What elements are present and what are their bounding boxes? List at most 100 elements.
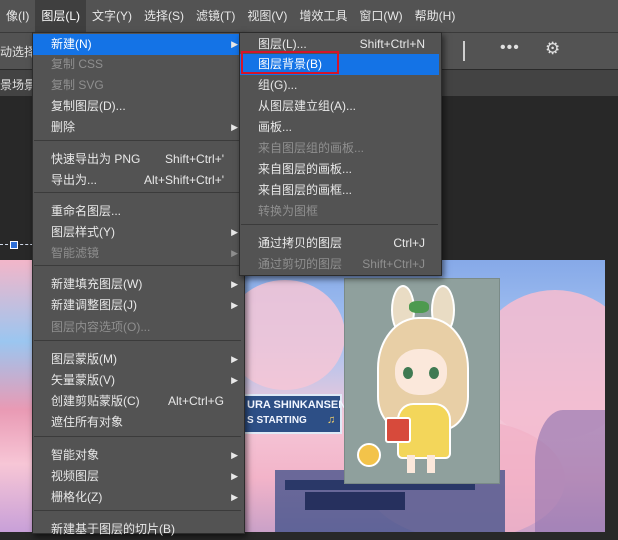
shortcut-label: Alt+Ctrl+G: [167, 394, 224, 408]
layer-menu-item[interactable]: 创建剪贴蒙版(C) Alt+Ctrl+G: [33, 391, 242, 412]
character-bag: [385, 417, 411, 443]
layer-menu-item: 图层内容选项(O)...: [33, 317, 242, 338]
new-submenu-item-label: 组(G)...: [258, 78, 298, 92]
layer-menu-item-label: 图层样式(Y): [51, 225, 115, 239]
layer-menu-item-label: 新建基于图层的切片(B): [51, 522, 175, 536]
new-submenu-item-label: 从图层建立组(A)...: [258, 99, 356, 113]
layer-menu-item-label: 复制图层(D)...: [51, 99, 126, 113]
layer-menu-item[interactable]: 图层蒙版(M) ▶: [33, 349, 242, 370]
layer-menu-item[interactable]: 新建基于图层的切片(B): [33, 519, 242, 540]
layer-menu-item-label: 遮住所有对象: [51, 415, 124, 429]
submenu-arrow-icon: ▶: [231, 471, 238, 481]
submenu-arrow-icon: ▶: [231, 227, 238, 237]
submenu-arrow-icon: ▶: [231, 39, 238, 49]
new-submenu-item-label: 来自图层组的画板...: [258, 141, 365, 155]
layer-menu-item-label: 删除: [51, 120, 76, 134]
character-sticker-layer[interactable]: [344, 278, 500, 484]
layer-menu-item[interactable]: 视频图层 ▶: [33, 466, 242, 487]
new-submenu-item[interactable]: 画板...: [240, 117, 439, 138]
auto-select-label[interactable]: 动选择: [0, 43, 36, 60]
layer-menu-item[interactable]: 快速导出为 PNG Shift+Ctrl+': [33, 149, 242, 170]
layer-menu-item: 智能滤镜 ▶: [33, 243, 242, 264]
new-submenu-item-label: 画板...: [258, 120, 293, 134]
layer-menu-item[interactable]: 删除 ▶: [33, 117, 242, 138]
layer-menu-item[interactable]: 新建填充图层(W) ▶: [33, 274, 242, 295]
layer-menu-item-label: 图层内容选项(O)...: [51, 320, 151, 334]
layer-menu-item-label: 矢量蒙版(V): [51, 373, 115, 387]
layer-menu-item[interactable]: 复制图层(D)...: [33, 96, 242, 117]
transform-handle[interactable]: [10, 241, 18, 249]
sign-line-1: URA SHINKANSEN: [247, 399, 347, 411]
new-submenu-item[interactable]: 来自图层的画板...: [240, 159, 439, 180]
character-leg: [407, 455, 415, 473]
submenu-arrow-icon: ▶: [231, 354, 238, 364]
new-submenu-item-label: 图层(L)...: [258, 37, 307, 51]
shortcut-label: Shift+Ctrl+': [165, 152, 224, 166]
menu-type[interactable]: 文字(Y): [86, 0, 138, 32]
sign-line-2: S STARTING: [247, 415, 307, 426]
shortcut-label: Shift+Ctrl+J: [362, 257, 425, 271]
new-submenu-item-label: 通过拷贝的图层: [258, 236, 343, 250]
layer-menu-item: 复制 CSS: [33, 54, 242, 75]
shortcut-label: Ctrl+J: [393, 236, 425, 250]
layer-menu-item-label: 导出为...: [51, 173, 98, 187]
canvas-image-left: [0, 260, 32, 532]
layer-menu-item: 复制 SVG: [33, 75, 242, 96]
new-submenu-item: 来自图层组的画板...: [240, 138, 439, 159]
layer-menu-item[interactable]: 导出为... Alt+Shift+Ctrl+': [33, 170, 242, 191]
menu-separator: [34, 436, 241, 437]
highlight-annotation-box: [241, 51, 339, 74]
menu-view[interactable]: 视图(V): [241, 0, 293, 32]
menu-separator: [34, 340, 241, 341]
new-submenu-item[interactable]: 组(G)...: [240, 75, 439, 96]
layer-menu-item-label: 新建(N): [51, 37, 92, 51]
toolbar-divider: [463, 41, 465, 61]
submenu-arrow-icon: ▶: [231, 375, 238, 385]
music-note-icon: ♫: [327, 414, 336, 426]
layer-menu-item[interactable]: 新建调整图层(J) ▶: [33, 295, 242, 316]
layer-menu-item[interactable]: 重命名图层...: [33, 201, 242, 222]
shortcut-label: Shift+Ctrl+N: [359, 37, 425, 51]
character-eye: [429, 367, 439, 379]
layer-menu-item[interactable]: 新建(N) ▶: [33, 34, 242, 55]
layer-menu-item-label: 快速导出为 PNG: [51, 152, 141, 166]
layer-menu-item[interactable]: 图层样式(Y) ▶: [33, 222, 242, 243]
layer-menu-item[interactable]: 矢量蒙版(V) ▶: [33, 370, 242, 391]
menu-separator: [241, 224, 438, 225]
menu-bar: 像(I) 图层(L) 文字(Y) 选择(S) 滤镜(T) 视图(V) 增效工具 …: [0, 0, 618, 33]
submenu-arrow-icon: ▶: [231, 248, 238, 258]
menu-separator: [34, 265, 241, 266]
layer-menu-item-label: 新建填充图层(W): [51, 277, 143, 291]
submenu-arrow-icon: ▶: [231, 492, 238, 502]
menu-filter[interactable]: 滤镜(T): [190, 0, 241, 32]
menu-image[interactable]: 像(I): [0, 0, 35, 32]
new-submenu-item[interactable]: 来自图层的画框...: [240, 180, 439, 201]
tree-trunk: [535, 410, 605, 532]
layer-menu-item[interactable]: 栅格化(Z) ▶: [33, 487, 242, 508]
layer-menu-item[interactable]: 智能对象 ▶: [33, 445, 242, 466]
flower-sticker: [357, 443, 381, 467]
layer-menu-item-label: 复制 CSS: [51, 57, 104, 71]
new-submenu-item-label: 通过剪切的图层: [258, 257, 343, 271]
menu-layer[interactable]: 图层(L): [35, 0, 86, 32]
new-submenu-item-label: 来自图层的画框...: [258, 183, 353, 197]
menu-select[interactable]: 选择(S): [138, 0, 190, 32]
layer-menu-item-label: 视频图层: [51, 469, 100, 483]
menu-window[interactable]: 窗口(W): [353, 0, 408, 32]
layer-menu-item[interactable]: 遮住所有对象: [33, 412, 242, 433]
layer-menu-item-label: 新建调整图层(J): [51, 298, 137, 312]
document-tab[interactable]: 景场景: [0, 76, 36, 93]
hair-bow: [409, 301, 429, 313]
gear-icon[interactable]: ⚙: [545, 39, 560, 59]
more-options-icon[interactable]: •••: [500, 39, 520, 57]
layer-menu-item-label: 智能对象: [51, 448, 100, 462]
character-eye: [403, 367, 413, 379]
station-bench: [305, 492, 405, 510]
menu-plugins[interactable]: 增效工具: [293, 0, 353, 32]
menu-help[interactable]: 帮助(H): [409, 0, 462, 32]
new-submenu-item[interactable]: 通过拷贝的图层 Ctrl+J: [240, 233, 439, 254]
new-submenu-item[interactable]: 从图层建立组(A)...: [240, 96, 439, 117]
new-submenu-item-label: 转换为图框: [258, 204, 319, 218]
layer-menu-item-label: 图层蒙版(M): [51, 352, 117, 366]
cherry-blossom: [245, 280, 345, 390]
